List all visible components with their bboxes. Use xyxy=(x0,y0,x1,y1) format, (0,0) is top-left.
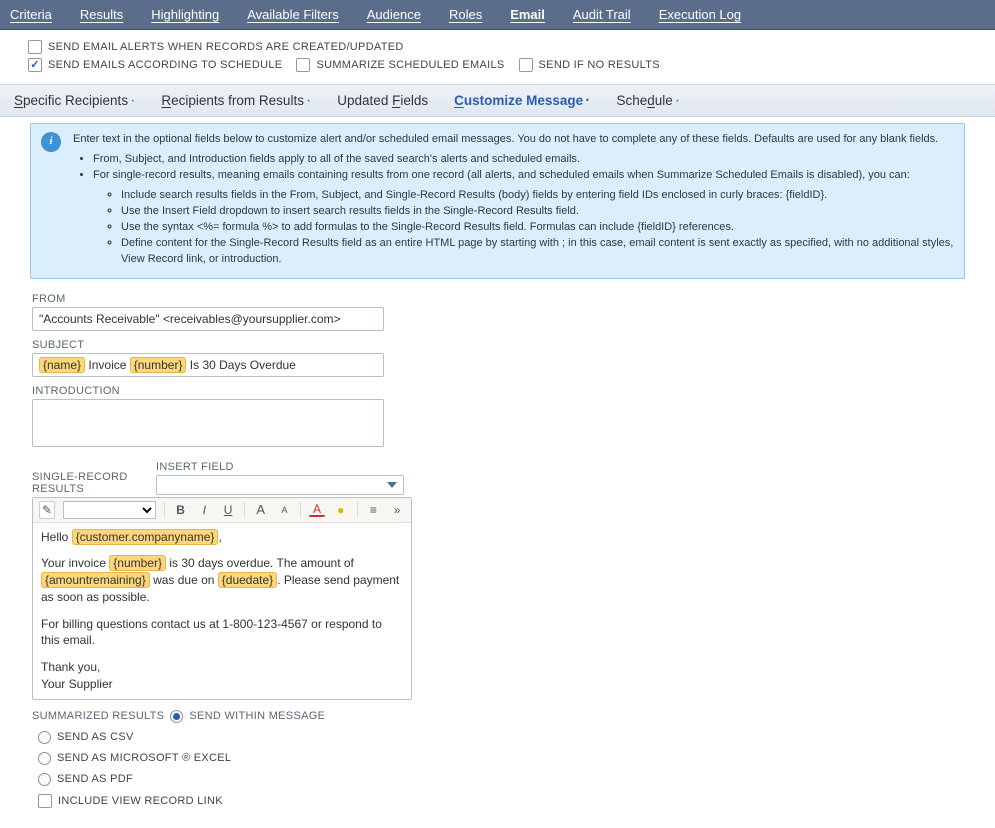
chk-send-alerts-label: SEND EMAIL ALERTS WHEN RECORDS ARE CREAT… xyxy=(48,41,404,53)
tab-audit-trail[interactable]: Audit Trail xyxy=(573,7,631,22)
subtab-recipients-from-results[interactable]: Recipients from Results· xyxy=(161,93,311,108)
opt-send-excel[interactable]: SEND AS MICROSOFT ® EXCEL xyxy=(38,752,963,765)
insert-field-dropdown[interactable] xyxy=(156,475,404,495)
tab-results[interactable]: Results xyxy=(80,7,123,22)
tab-available-filters[interactable]: Available Filters xyxy=(247,7,339,22)
field-token: {duedate} xyxy=(218,572,277,588)
opt-send-pdf[interactable]: SEND AS PDF xyxy=(38,773,963,786)
field-token: {name} xyxy=(39,357,85,373)
checkbox-icon xyxy=(519,58,533,72)
highlight-icon[interactable]: ● xyxy=(333,501,349,519)
info-icon: i xyxy=(41,132,61,152)
email-options-row1: SEND EMAIL ALERTS WHEN RECORDS ARE CREAT… xyxy=(0,30,995,56)
customize-form: FROM "Accounts Receivable" <receivables@… xyxy=(0,293,995,828)
opt-send-excel-label: SEND AS MICROSOFT ® EXCEL xyxy=(57,752,231,764)
subject-input[interactable]: {name} Invoice {number} Is 30 Days Overd… xyxy=(32,353,384,377)
chevron-down-icon xyxy=(387,482,397,488)
single-record-results-label: SINGLE-RECORD RESULTS xyxy=(32,471,156,495)
rte-body[interactable]: Hello {customer.companyname}, Your invoi… xyxy=(33,523,411,699)
align-icon[interactable]: ≡ xyxy=(366,501,382,519)
info-sub-2: Use the Insert Field dropdown to insert … xyxy=(121,204,954,220)
bold-icon[interactable]: B xyxy=(173,501,189,519)
opt-send-csv[interactable]: SEND AS CSV xyxy=(38,731,963,744)
field-token: {number} xyxy=(130,357,187,373)
field-token: {customer.companyname} xyxy=(72,529,219,545)
font-color-icon[interactable]: A xyxy=(309,503,325,517)
opt-include-view-record[interactable]: INCLUDE VIEW RECORD LINK xyxy=(38,794,963,808)
chk-send-if-no-results-label: SEND IF NO RESULTS xyxy=(539,59,660,71)
intro-label: INTRODUCTION xyxy=(32,385,963,397)
tab-audience[interactable]: Audience xyxy=(367,7,421,22)
chk-summarize[interactable]: SUMMARIZE SCHEDULED EMAILS xyxy=(296,58,504,72)
main-tabbar: Criteria Results Highlighting Available … xyxy=(0,0,995,30)
tab-execution-log[interactable]: Execution Log xyxy=(659,7,741,22)
subtab-customize-message[interactable]: Customize Message· xyxy=(454,93,590,108)
radio-icon xyxy=(38,752,51,765)
summarized-results-row: SUMMARIZED RESULTS SEND WITHIN MESSAGE xyxy=(32,710,963,723)
subtab-specific-recipients[interactable]: Specific Recipients· xyxy=(14,93,135,108)
info-sub-3: Use the syntax <%= formula %> to add for… xyxy=(121,220,954,236)
email-subtabbar: Specific Recipients· Recipients from Res… xyxy=(0,84,995,117)
underline-icon[interactable]: U xyxy=(220,501,236,519)
info-bullet-2: For single-record results, meaning email… xyxy=(93,168,954,268)
tab-roles[interactable]: Roles xyxy=(449,7,482,22)
subtab-schedule[interactable]: Schedule· xyxy=(616,93,680,108)
checkbox-icon xyxy=(38,794,52,808)
source-icon[interactable]: ✎ xyxy=(39,501,55,519)
info-headline: Enter text in the optional fields below … xyxy=(73,133,938,145)
italic-icon[interactable]: I xyxy=(197,501,213,519)
from-label: FROM xyxy=(32,293,963,305)
email-options-row2: SEND EMAILS ACCORDING TO SCHEDULE SUMMAR… xyxy=(0,56,995,74)
summarized-results-label: SUMMARIZED RESULTS xyxy=(32,710,164,722)
checkbox-icon xyxy=(28,40,42,54)
subject-label: SUBJECT xyxy=(32,339,963,351)
rte-toolbar: ✎ B I U A A A ● ≡ » xyxy=(33,498,411,523)
chk-send-if-no-results[interactable]: SEND IF NO RESULTS xyxy=(519,58,660,72)
info-sub-1: Include search results fields in the Fro… xyxy=(121,188,954,204)
font-increase-icon[interactable]: A xyxy=(253,501,269,519)
chk-send-alerts[interactable]: SEND EMAIL ALERTS WHEN RECORDS ARE CREAT… xyxy=(28,40,404,54)
radio-icon xyxy=(38,773,51,786)
tab-criteria[interactable]: Criteria xyxy=(10,7,52,22)
send-within-label: SEND WITHIN MESSAGE xyxy=(189,710,325,722)
insert-field-label: INSERT FIELD xyxy=(156,461,404,473)
opt-include-view-record-label: INCLUDE VIEW RECORD LINK xyxy=(58,795,223,807)
radio-icon xyxy=(38,731,51,744)
info-box: i Enter text in the optional fields belo… xyxy=(30,123,965,279)
introduction-textarea[interactable] xyxy=(32,399,384,447)
field-token: {amountremaining} xyxy=(41,572,150,588)
checkbox-icon xyxy=(28,58,42,72)
info-sub-4: Define content for the Single-Record Res… xyxy=(121,236,954,268)
checkbox-icon xyxy=(296,58,310,72)
chk-send-schedule[interactable]: SEND EMAILS ACCORDING TO SCHEDULE xyxy=(28,58,282,72)
chk-send-schedule-label: SEND EMAILS ACCORDING TO SCHEDULE xyxy=(48,59,282,71)
from-input[interactable]: "Accounts Receivable" <receivables@yours… xyxy=(32,307,384,331)
tab-email[interactable]: Email xyxy=(510,7,545,22)
more-icon[interactable]: » xyxy=(389,501,405,519)
radio-send-within[interactable] xyxy=(170,710,183,723)
info-bullet-1: From, Subject, and Introduction fields a… xyxy=(93,152,954,168)
single-record-results-editor[interactable]: ✎ B I U A A A ● ≡ » Hello {customer.comp… xyxy=(32,497,412,700)
opt-send-pdf-label: SEND AS PDF xyxy=(57,773,133,785)
font-select[interactable] xyxy=(63,501,156,519)
tab-highlighting[interactable]: Highlighting xyxy=(151,7,219,22)
chk-summarize-label: SUMMARIZE SCHEDULED EMAILS xyxy=(316,59,504,71)
opt-send-csv-label: SEND AS CSV xyxy=(57,731,134,743)
font-decrease-icon[interactable]: A xyxy=(277,501,293,519)
field-token: {number} xyxy=(109,555,166,571)
subtab-updated-fields[interactable]: Updated Fields xyxy=(337,93,428,108)
